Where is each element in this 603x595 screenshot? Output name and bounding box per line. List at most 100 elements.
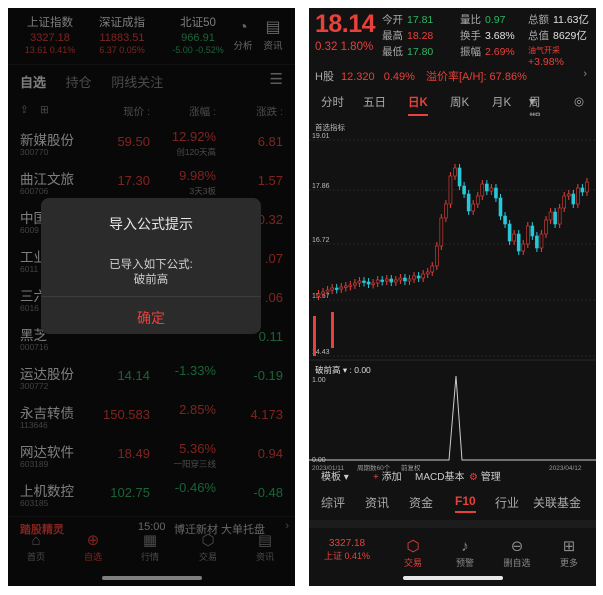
- candle: [557, 207, 562, 225]
- candle: [566, 193, 571, 197]
- nav-trade[interactable]: ⬡ 交易: [393, 538, 433, 569]
- tab-weekly-k[interactable]: 周K: [450, 94, 469, 110]
- candle: [398, 277, 403, 281]
- current-price: 18.14: [315, 10, 376, 38]
- candle: [389, 278, 394, 283]
- candle: [444, 203, 448, 219]
- candle: [321, 291, 325, 295]
- candle: [485, 183, 489, 192]
- settings-icon[interactable]: ◎: [574, 94, 584, 108]
- bell-icon: ♪: [461, 538, 469, 555]
- candle: [471, 203, 475, 212]
- quote-stat: 总值 8629亿: [528, 30, 587, 42]
- quote-stat: 油气开采+3.98%: [528, 46, 564, 68]
- nav-more[interactable]: ⊞ 更多: [549, 538, 589, 569]
- candle: [425, 271, 430, 275]
- manage-button[interactable]: ⚙ 管理: [469, 468, 501, 483]
- candle: [435, 245, 439, 267]
- candle: [394, 279, 398, 283]
- divider: [41, 296, 261, 297]
- tab-news[interactable]: 资讯: [365, 494, 389, 511]
- minus-circle-icon: ⊖: [510, 538, 524, 555]
- tab-industry[interactable]: 行业: [495, 494, 519, 511]
- candle: [371, 282, 375, 285]
- y-tick-label: 17.86: [312, 183, 330, 190]
- quote-stat: 今开 17.81: [382, 14, 434, 26]
- quote-stat: 振幅 2.69%: [460, 46, 515, 58]
- candle: [343, 285, 348, 288]
- nav-remove-favorite[interactable]: ⊖ 删自选: [497, 538, 537, 569]
- gear-icon: ⚙: [469, 472, 478, 483]
- candle: [516, 233, 521, 252]
- trade-icon: ⬡: [406, 538, 420, 555]
- quote-stat: 最高 18.28: [382, 30, 434, 42]
- dialog-title: 导入公式提示: [109, 216, 193, 232]
- candle: [366, 281, 371, 285]
- candle: [526, 225, 530, 245]
- candle: [466, 193, 471, 212]
- candle: [384, 278, 389, 282]
- tab-summary[interactable]: 综评: [321, 494, 345, 511]
- indicator-name: 破前高 ▾ : 0.00: [315, 365, 371, 375]
- signal-bar: [313, 316, 316, 356]
- candle: [462, 185, 466, 195]
- add-indicator-button[interactable]: + 添加: [373, 468, 402, 483]
- candle: [535, 235, 539, 249]
- candle: [548, 211, 553, 221]
- candle: [475, 195, 480, 205]
- tab-intraday[interactable]: 分时: [321, 94, 344, 110]
- candle: [339, 286, 344, 290]
- tab-funds[interactable]: 资金: [409, 494, 433, 511]
- candle: [416, 275, 421, 279]
- y-tick-label: 15.57: [312, 293, 330, 300]
- home-indicator: [403, 576, 503, 580]
- tab-period[interactable]: 周期 ▾: [529, 94, 541, 125]
- candle: [407, 278, 412, 282]
- candle: [544, 219, 548, 235]
- candle: [507, 223, 512, 242]
- tab-f10[interactable]: F10: [455, 494, 476, 513]
- plus-icon: +: [373, 472, 379, 483]
- watchlist-screen: 上证指数 3327.18 13.61 0.41% 深证成指 11883.51 6…: [8, 8, 295, 586]
- confirm-button[interactable]: 确定: [41, 308, 261, 328]
- candle: [357, 280, 362, 284]
- candle: [316, 293, 321, 297]
- candle: [571, 193, 576, 205]
- tab-related-funds[interactable]: 关联基金: [533, 494, 581, 511]
- candle: [585, 181, 589, 193]
- nav-index-quote[interactable]: 3327.18 上证 0.41%: [317, 538, 377, 562]
- candle: [512, 233, 516, 242]
- candle: [334, 287, 339, 290]
- candle: [580, 187, 585, 193]
- candle: [457, 167, 462, 187]
- tab-5day[interactable]: 五日: [363, 94, 386, 110]
- nav-alert[interactable]: ♪ 预警: [445, 538, 485, 569]
- candle: [562, 195, 566, 209]
- quote-stat: 总额 11.63亿: [528, 14, 589, 26]
- macd-button[interactable]: MACD基本: [415, 468, 464, 483]
- price-change: 0.32 1.80%: [315, 41, 374, 53]
- candle: [494, 187, 498, 199]
- candle: [530, 225, 535, 237]
- chart-indicator-label: 首选指标: [315, 122, 345, 132]
- candle: [330, 287, 334, 291]
- kline-chart[interactable]: 首选指标 19.0117.8616.7215.5714.43 破前高 ▾ : 0…: [309, 116, 596, 476]
- signal-bar: [331, 312, 334, 348]
- y-tick-label: 19.01: [312, 133, 330, 140]
- candle: [403, 277, 407, 282]
- candle: [375, 279, 380, 284]
- candle: [521, 243, 526, 252]
- tab-monthly-k[interactable]: 月K: [492, 94, 511, 110]
- candle: [453, 167, 457, 177]
- candle: [489, 187, 494, 192]
- template-dropdown[interactable]: 模板 ▾: [321, 468, 349, 483]
- candle: [353, 282, 357, 286]
- candle: [439, 217, 444, 247]
- h-share-bar[interactable]: H股 12.320 0.49% 溢价率[A/H]: 67.86% ›: [315, 68, 595, 84]
- tab-daily-k[interactable]: 日K: [408, 94, 428, 116]
- candle: [480, 183, 485, 197]
- grid-icon: ⊞: [562, 538, 576, 555]
- stock-detail-screen: 18.14 0.32 1.80% 今开 17.81 量比 0.97 总额 11.63亿 最高…: [309, 8, 596, 586]
- y-tick-label: 16.72: [312, 237, 330, 244]
- candle: [503, 215, 507, 225]
